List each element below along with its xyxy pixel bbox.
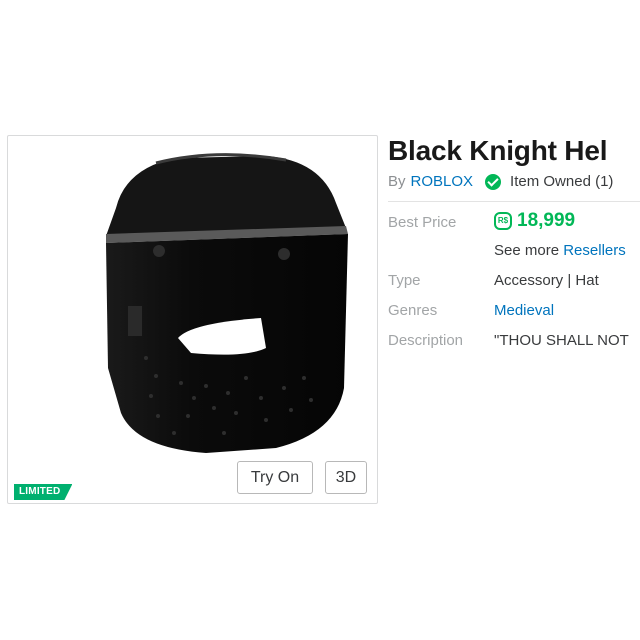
see-more-resellers: See more Resellers [494, 242, 626, 259]
helmet-image [106, 153, 348, 453]
divider [388, 201, 640, 202]
genres-label: Genres [388, 302, 438, 319]
item-owned-status: Item Owned (1) [510, 173, 614, 190]
item-thumbnail-container: LIMITED Try On 3D [7, 135, 378, 504]
limited-badge: LIMITED [14, 484, 72, 500]
description-label: Description [388, 332, 464, 349]
see-more-prefix: See more [494, 242, 560, 259]
genre-link-medieval[interactable]: Medieval [494, 302, 554, 319]
best-price-label: Best Price [388, 214, 457, 231]
resellers-link[interactable]: Resellers [563, 242, 626, 259]
type-label: Type [388, 272, 421, 289]
best-price-value: R$ 18,999 [494, 210, 575, 232]
creator-byline: By ROBLOX Item Owned (1) [388, 173, 613, 190]
view-3d-button[interactable]: 3D [325, 461, 367, 494]
best-price-amount: 18,999 [517, 210, 576, 231]
robux-icon: R$ [494, 212, 512, 230]
creator-link[interactable]: ROBLOX [411, 173, 474, 190]
type-value: Accessory | Hat [494, 272, 599, 289]
checkmark-circle-icon [485, 173, 502, 190]
by-label: By [388, 173, 406, 190]
description-value: "THOU SHALL NOT [494, 332, 629, 349]
try-on-button[interactable]: Try On [237, 461, 313, 494]
item-title: Black Knight Hel [388, 135, 608, 166]
